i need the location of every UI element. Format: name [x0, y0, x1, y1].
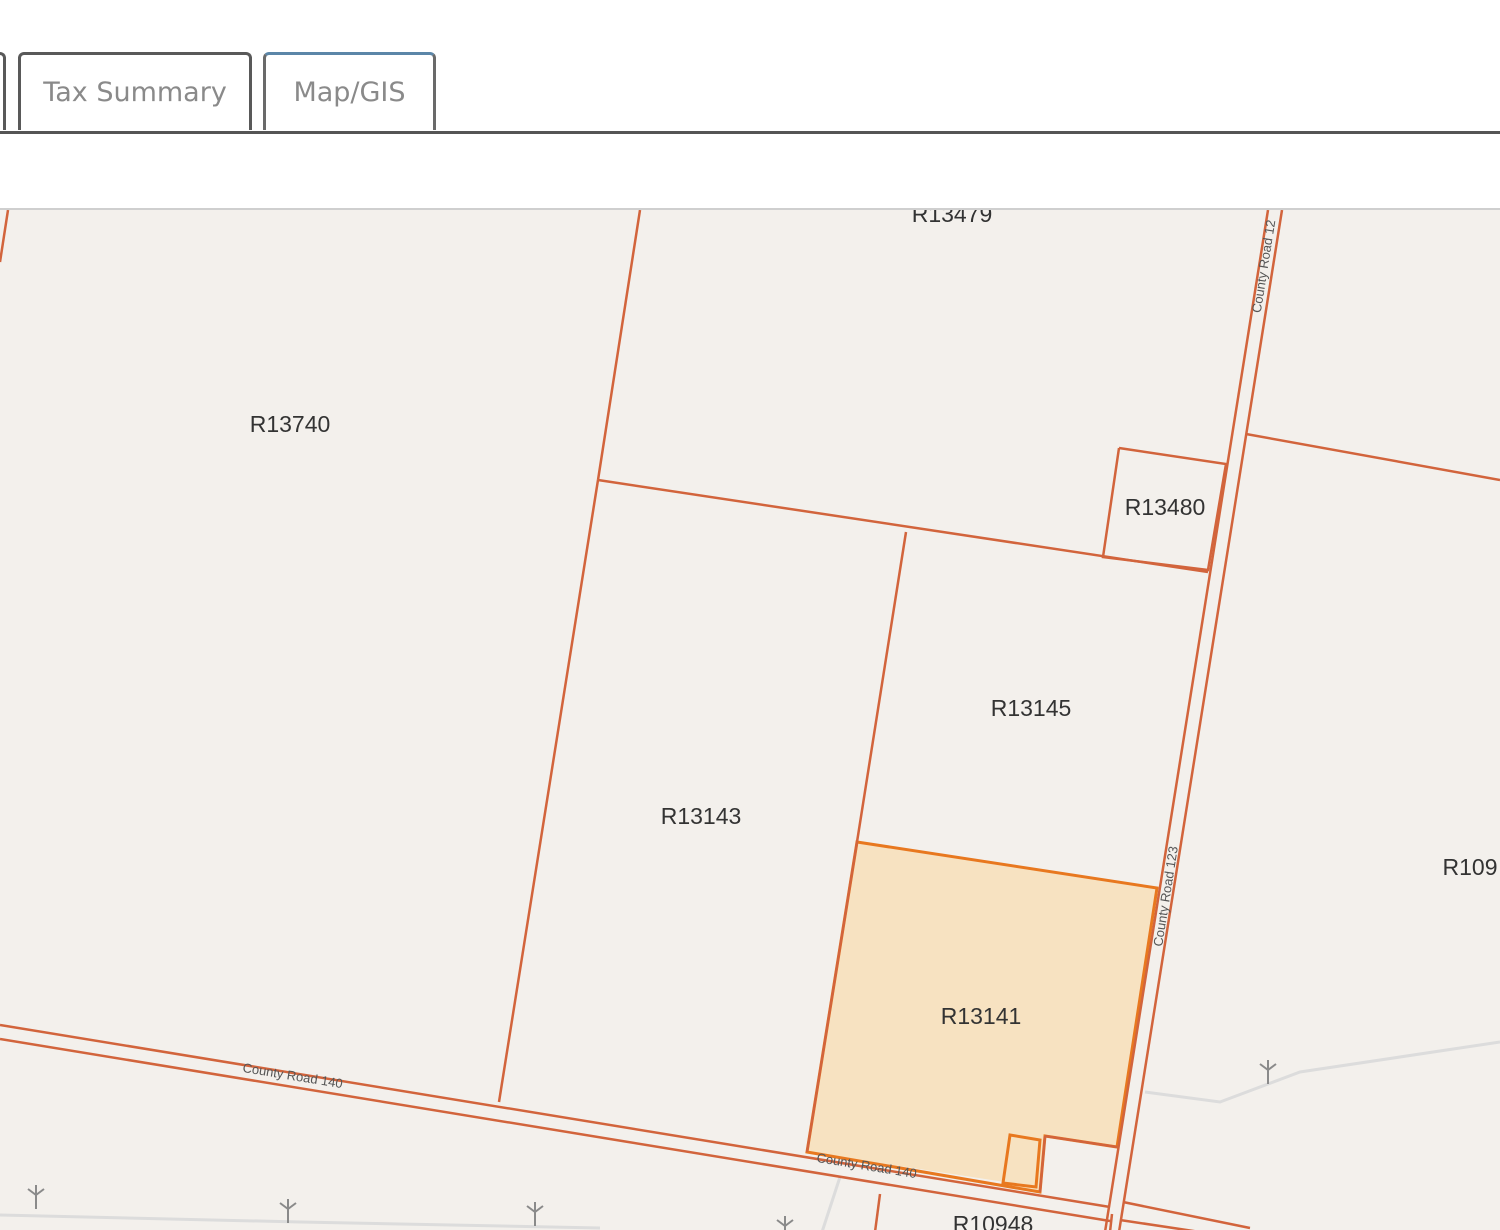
parcel-label[interactable]: R13740 — [250, 411, 331, 437]
parcel-label-selected[interactable]: R13141 — [941, 1003, 1022, 1029]
tab-divider — [0, 131, 1500, 134]
parcel-label[interactable]: R13479 — [912, 208, 993, 227]
parcel-label[interactable]: R109 — [1443, 854, 1498, 880]
tab-bar: Tax Summary Map/GIS — [0, 0, 1500, 134]
tab-map-gis-label: Map/GIS — [293, 77, 406, 108]
tab-tax-summary[interactable]: Tax Summary — [18, 52, 252, 130]
parcel-label[interactable]: R13143 — [661, 803, 742, 829]
parcel-map[interactable]: R13479 R13740 R13480 R13145 R13143 R1314… — [0, 208, 1500, 1230]
tab-tax-summary-label: Tax Summary — [43, 77, 227, 108]
parcel-map-canvas[interactable]: R13479 R13740 R13480 R13145 R13143 R1314… — [0, 208, 1500, 1230]
tab-previous[interactable] — [0, 52, 6, 130]
parcel-label[interactable]: R13480 — [1125, 494, 1206, 520]
tab-map-gis[interactable]: Map/GIS — [263, 52, 436, 130]
parcel-label[interactable]: R13145 — [991, 695, 1072, 721]
parcel-label[interactable]: R10948 — [953, 1211, 1034, 1230]
